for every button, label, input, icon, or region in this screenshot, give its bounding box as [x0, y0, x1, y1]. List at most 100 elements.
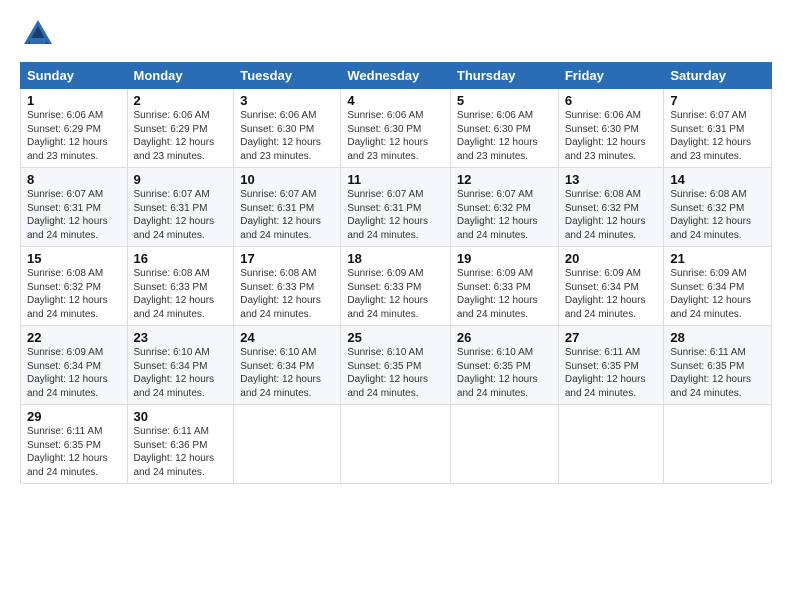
- calendar-day-cell: 4 Sunrise: 6:06 AM Sunset: 6:30 PM Dayli…: [341, 89, 451, 168]
- day-number: 17: [240, 251, 334, 266]
- calendar-week-row: 15 Sunrise: 6:08 AM Sunset: 6:32 PM Dayl…: [21, 247, 772, 326]
- day-number: 4: [347, 93, 444, 108]
- calendar-day-cell: [234, 405, 341, 484]
- day-number: 9: [134, 172, 228, 187]
- calendar-day-cell: 5 Sunrise: 6:06 AM Sunset: 6:30 PM Dayli…: [450, 89, 558, 168]
- calendar-table: SundayMondayTuesdayWednesdayThursdayFrid…: [20, 62, 772, 484]
- day-number: 13: [565, 172, 658, 187]
- calendar-day-cell: 28 Sunrise: 6:11 AM Sunset: 6:35 PM Dayl…: [664, 326, 772, 405]
- day-number: 22: [27, 330, 121, 345]
- calendar-day-cell: 2 Sunrise: 6:06 AM Sunset: 6:29 PM Dayli…: [127, 89, 234, 168]
- day-number: 12: [457, 172, 552, 187]
- calendar-day-cell: [450, 405, 558, 484]
- day-number: 28: [670, 330, 765, 345]
- header: [20, 16, 772, 52]
- calendar-day-cell: 22 Sunrise: 6:09 AM Sunset: 6:34 PM Dayl…: [21, 326, 128, 405]
- calendar-week-row: 22 Sunrise: 6:09 AM Sunset: 6:34 PM Dayl…: [21, 326, 772, 405]
- calendar-day-cell: [558, 405, 664, 484]
- day-number: 8: [27, 172, 121, 187]
- day-number: 24: [240, 330, 334, 345]
- day-info: Sunrise: 6:06 AM Sunset: 6:30 PM Dayligh…: [240, 109, 334, 163]
- calendar-day-cell: 19 Sunrise: 6:09 AM Sunset: 6:33 PM Dayl…: [450, 247, 558, 326]
- day-info: Sunrise: 6:07 AM Sunset: 6:31 PM Dayligh…: [27, 188, 121, 242]
- calendar-week-row: 29 Sunrise: 6:11 AM Sunset: 6:35 PM Dayl…: [21, 405, 772, 484]
- calendar-weekday: Tuesday: [234, 63, 341, 89]
- calendar-day-cell: 30 Sunrise: 6:11 AM Sunset: 6:36 PM Dayl…: [127, 405, 234, 484]
- day-number: 7: [670, 93, 765, 108]
- day-number: 3: [240, 93, 334, 108]
- day-info: Sunrise: 6:10 AM Sunset: 6:35 PM Dayligh…: [347, 346, 444, 400]
- calendar-day-cell: 15 Sunrise: 6:08 AM Sunset: 6:32 PM Dayl…: [21, 247, 128, 326]
- calendar-day-cell: 10 Sunrise: 6:07 AM Sunset: 6:31 PM Dayl…: [234, 168, 341, 247]
- calendar-week-row: 8 Sunrise: 6:07 AM Sunset: 6:31 PM Dayli…: [21, 168, 772, 247]
- day-info: Sunrise: 6:06 AM Sunset: 6:29 PM Dayligh…: [27, 109, 121, 163]
- calendar-day-cell: 12 Sunrise: 6:07 AM Sunset: 6:32 PM Dayl…: [450, 168, 558, 247]
- day-number: 6: [565, 93, 658, 108]
- logo: [20, 16, 60, 52]
- calendar-day-cell: 24 Sunrise: 6:10 AM Sunset: 6:34 PM Dayl…: [234, 326, 341, 405]
- day-number: 26: [457, 330, 552, 345]
- calendar-weekday: Wednesday: [341, 63, 451, 89]
- day-number: 29: [27, 409, 121, 424]
- day-info: Sunrise: 6:09 AM Sunset: 6:33 PM Dayligh…: [347, 267, 444, 321]
- calendar-header-row: SundayMondayTuesdayWednesdayThursdayFrid…: [21, 63, 772, 89]
- day-number: 18: [347, 251, 444, 266]
- calendar-day-cell: 27 Sunrise: 6:11 AM Sunset: 6:35 PM Dayl…: [558, 326, 664, 405]
- calendar-day-cell: 1 Sunrise: 6:06 AM Sunset: 6:29 PM Dayli…: [21, 89, 128, 168]
- day-number: 21: [670, 251, 765, 266]
- calendar-day-cell: 14 Sunrise: 6:08 AM Sunset: 6:32 PM Dayl…: [664, 168, 772, 247]
- day-number: 14: [670, 172, 765, 187]
- day-number: 30: [134, 409, 228, 424]
- day-number: 15: [27, 251, 121, 266]
- calendar-day-cell: 25 Sunrise: 6:10 AM Sunset: 6:35 PM Dayl…: [341, 326, 451, 405]
- day-info: Sunrise: 6:08 AM Sunset: 6:32 PM Dayligh…: [670, 188, 765, 242]
- calendar-week-row: 1 Sunrise: 6:06 AM Sunset: 6:29 PM Dayli…: [21, 89, 772, 168]
- calendar-day-cell: 16 Sunrise: 6:08 AM Sunset: 6:33 PM Dayl…: [127, 247, 234, 326]
- day-info: Sunrise: 6:06 AM Sunset: 6:30 PM Dayligh…: [347, 109, 444, 163]
- day-info: Sunrise: 6:10 AM Sunset: 6:35 PM Dayligh…: [457, 346, 552, 400]
- calendar-day-cell: [341, 405, 451, 484]
- day-info: Sunrise: 6:09 AM Sunset: 6:34 PM Dayligh…: [670, 267, 765, 321]
- day-info: Sunrise: 6:07 AM Sunset: 6:31 PM Dayligh…: [240, 188, 334, 242]
- day-number: 1: [27, 93, 121, 108]
- calendar-day-cell: 13 Sunrise: 6:08 AM Sunset: 6:32 PM Dayl…: [558, 168, 664, 247]
- calendar-weekday: Monday: [127, 63, 234, 89]
- calendar-day-cell: 21 Sunrise: 6:09 AM Sunset: 6:34 PM Dayl…: [664, 247, 772, 326]
- calendar-day-cell: 18 Sunrise: 6:09 AM Sunset: 6:33 PM Dayl…: [341, 247, 451, 326]
- calendar-weekday: Saturday: [664, 63, 772, 89]
- day-info: Sunrise: 6:11 AM Sunset: 6:36 PM Dayligh…: [134, 425, 228, 479]
- day-number: 16: [134, 251, 228, 266]
- day-number: 11: [347, 172, 444, 187]
- day-number: 19: [457, 251, 552, 266]
- day-info: Sunrise: 6:11 AM Sunset: 6:35 PM Dayligh…: [565, 346, 658, 400]
- day-number: 10: [240, 172, 334, 187]
- day-info: Sunrise: 6:06 AM Sunset: 6:30 PM Dayligh…: [457, 109, 552, 163]
- day-info: Sunrise: 6:10 AM Sunset: 6:34 PM Dayligh…: [134, 346, 228, 400]
- calendar-weekday: Sunday: [21, 63, 128, 89]
- calendar-day-cell: 9 Sunrise: 6:07 AM Sunset: 6:31 PM Dayli…: [127, 168, 234, 247]
- calendar-day-cell: 17 Sunrise: 6:08 AM Sunset: 6:33 PM Dayl…: [234, 247, 341, 326]
- day-info: Sunrise: 6:06 AM Sunset: 6:30 PM Dayligh…: [565, 109, 658, 163]
- day-info: Sunrise: 6:08 AM Sunset: 6:32 PM Dayligh…: [565, 188, 658, 242]
- calendar-day-cell: 26 Sunrise: 6:10 AM Sunset: 6:35 PM Dayl…: [450, 326, 558, 405]
- calendar-day-cell: [664, 405, 772, 484]
- day-info: Sunrise: 6:09 AM Sunset: 6:34 PM Dayligh…: [27, 346, 121, 400]
- day-number: 23: [134, 330, 228, 345]
- day-info: Sunrise: 6:07 AM Sunset: 6:31 PM Dayligh…: [347, 188, 444, 242]
- calendar-day-cell: 11 Sunrise: 6:07 AM Sunset: 6:31 PM Dayl…: [341, 168, 451, 247]
- calendar-day-cell: 8 Sunrise: 6:07 AM Sunset: 6:31 PM Dayli…: [21, 168, 128, 247]
- day-info: Sunrise: 6:07 AM Sunset: 6:31 PM Dayligh…: [670, 109, 765, 163]
- page: SundayMondayTuesdayWednesdayThursdayFrid…: [0, 0, 792, 612]
- day-number: 2: [134, 93, 228, 108]
- day-info: Sunrise: 6:08 AM Sunset: 6:33 PM Dayligh…: [134, 267, 228, 321]
- day-info: Sunrise: 6:11 AM Sunset: 6:35 PM Dayligh…: [27, 425, 121, 479]
- day-info: Sunrise: 6:06 AM Sunset: 6:29 PM Dayligh…: [134, 109, 228, 163]
- day-info: Sunrise: 6:09 AM Sunset: 6:33 PM Dayligh…: [457, 267, 552, 321]
- calendar-day-cell: 23 Sunrise: 6:10 AM Sunset: 6:34 PM Dayl…: [127, 326, 234, 405]
- day-number: 25: [347, 330, 444, 345]
- day-info: Sunrise: 6:08 AM Sunset: 6:33 PM Dayligh…: [240, 267, 334, 321]
- calendar-day-cell: 7 Sunrise: 6:07 AM Sunset: 6:31 PM Dayli…: [664, 89, 772, 168]
- calendar-day-cell: 29 Sunrise: 6:11 AM Sunset: 6:35 PM Dayl…: [21, 405, 128, 484]
- calendar-weekday: Friday: [558, 63, 664, 89]
- calendar-day-cell: 6 Sunrise: 6:06 AM Sunset: 6:30 PM Dayli…: [558, 89, 664, 168]
